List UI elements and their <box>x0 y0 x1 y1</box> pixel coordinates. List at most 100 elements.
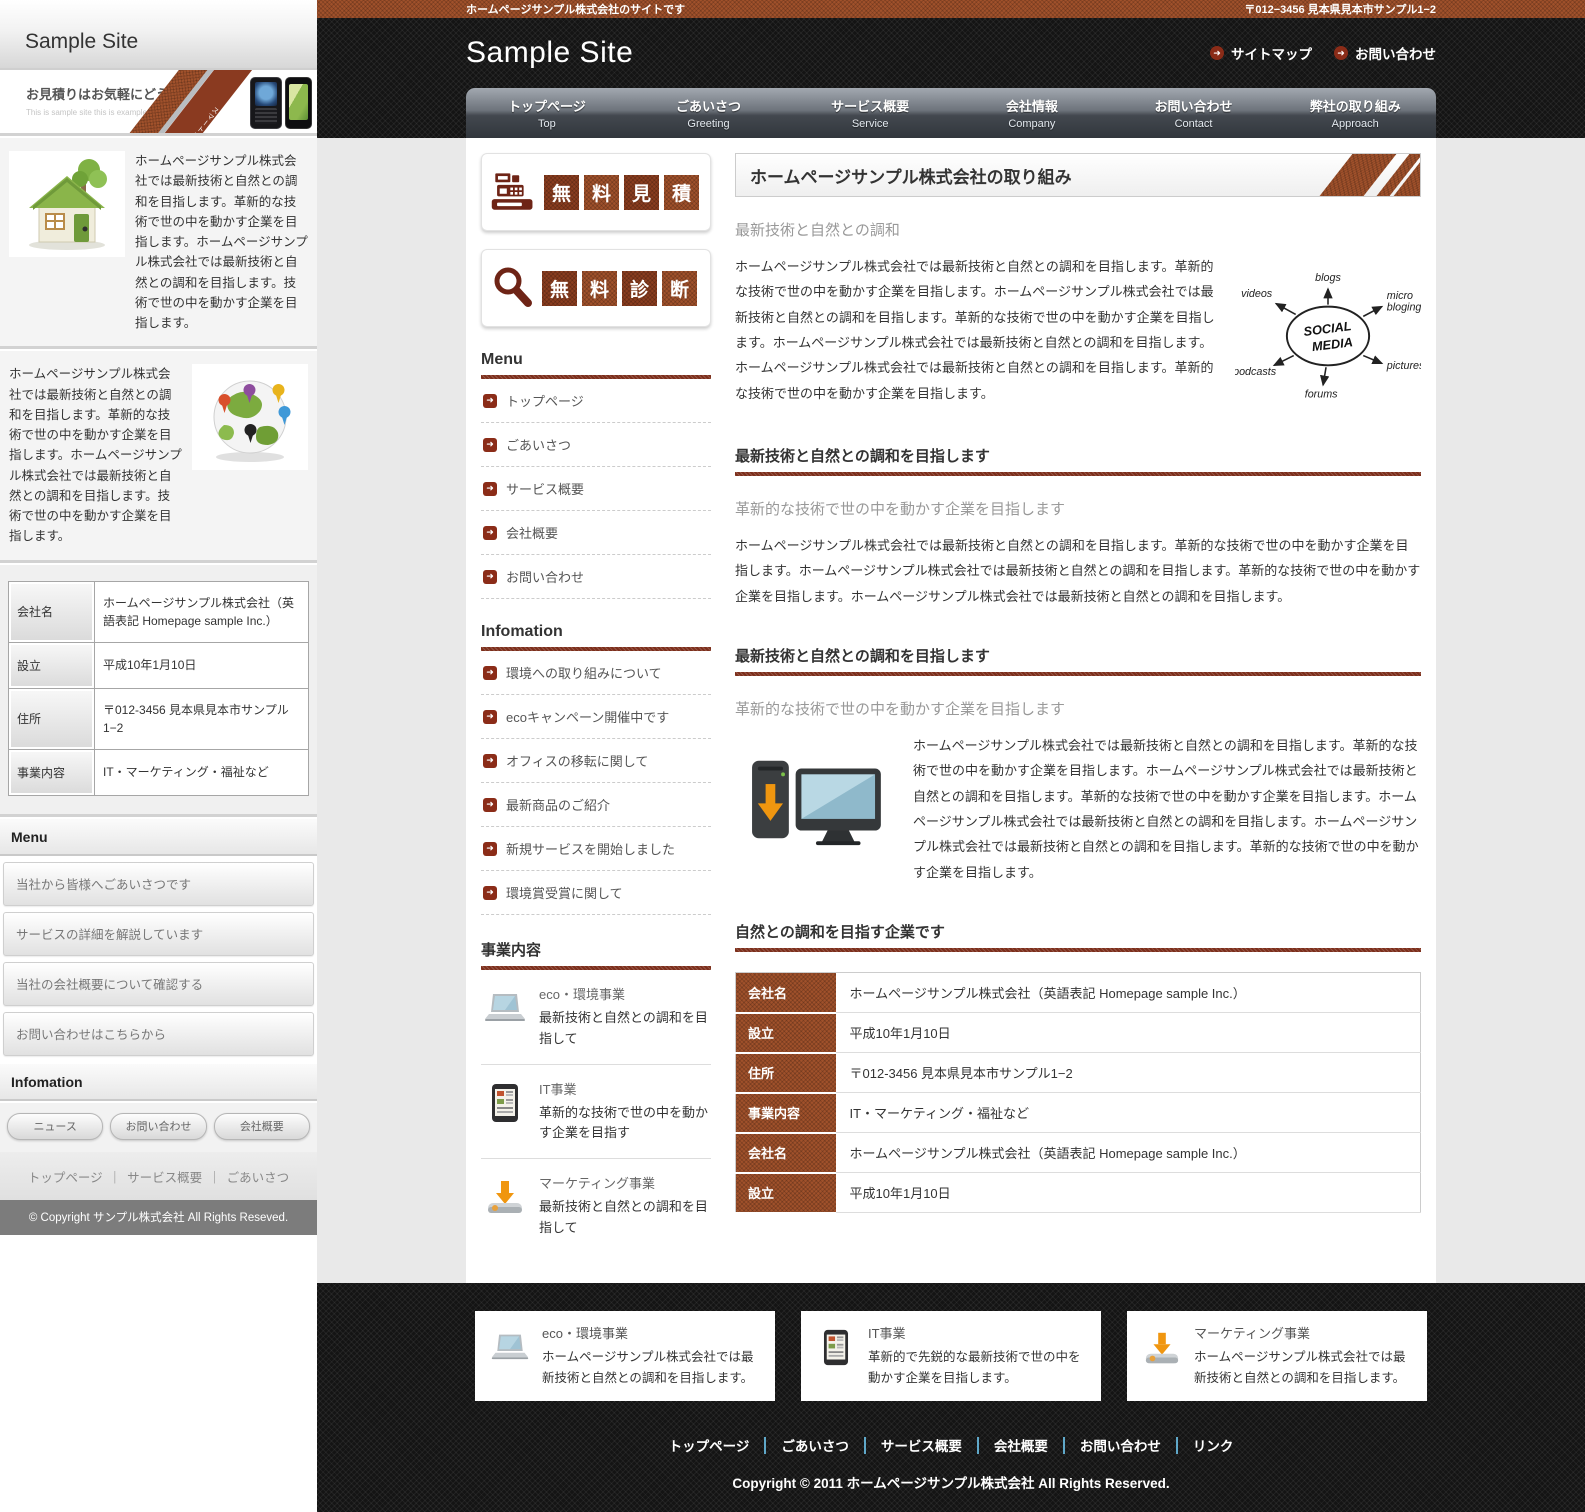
footer-card-text: 革新的で先鋭的な最新技術で世の中を動かす企業を目指します。 <box>868 1347 1087 1390</box>
left-menu-item-service[interactable]: サービスの詳細を解説しています <box>3 912 314 956</box>
left-menu-item-company[interactable]: 当社の会社概要について確認する <box>3 962 314 1006</box>
table-row: 会社名 ホームページサンプル株式会社（英語表記 Homepage sample … <box>9 581 309 642</box>
separator: ｜ <box>109 1171 122 1185</box>
left-intro-text-1: ホームページサンプル株式会社では最新技術と自然との調和を目指します。革新的な技術… <box>135 151 308 333</box>
content-box: 無 料 見 積 無 料 <box>466 138 1436 1283</box>
nav-service[interactable]: サービス概要 Service <box>789 88 951 138</box>
free-estimate-banner[interactable]: 無 料 見 積 <box>481 153 711 231</box>
row-label: 住所 <box>9 688 95 749</box>
section1-paragraph: ホームページサンプル株式会社では最新技術と自然との調和を目指します。革新的な技術… <box>735 533 1421 609</box>
company-button[interactable]: 会社概要 <box>214 1113 310 1140</box>
sidebar-menu-heading: Menu <box>481 351 711 375</box>
business-item-it[interactable]: IT事業 革新的な技術で世の中を動かす企業を目指す <box>481 1064 711 1159</box>
row-label: 設立 <box>736 1173 836 1213</box>
free-diagnosis-banner[interactable]: 無 料 診 断 <box>481 249 711 327</box>
nav-label-jp: トップページ <box>466 96 628 115</box>
phone-icon <box>285 77 312 129</box>
footer-card-marketing[interactable]: マーケティング事業 ホームページサンプル株式会社では最新技術と自然との調和を目指… <box>1127 1311 1427 1402</box>
sidebar-item-label: ごあいさつ <box>506 435 571 454</box>
sidebar-item-top[interactable]: ➜ トップページ <box>481 379 711 423</box>
site-header: Sample Site ➜ サイトマップ ➜ お問い合わせ トップページ Top <box>317 18 1585 138</box>
info-item-new-service[interactable]: ➜ 新規サービスを開始しました <box>481 827 711 871</box>
left-site-title: Sample Site <box>25 30 138 54</box>
nav-approach[interactable]: 弊社の取り組み Approach <box>1274 88 1436 138</box>
footer-link-contact[interactable]: お問い合わせ <box>1080 1435 1161 1455</box>
info-item-eco-campaign[interactable]: ➜ ecoキャンペーン開催中です <box>481 695 711 739</box>
business-item-eco[interactable]: eco・環境事業 最新技術と自然との調和を目指して <box>481 970 711 1064</box>
footer-link-top[interactable]: トップページ <box>669 1435 750 1455</box>
info-item-environment[interactable]: ➜ 環境への取り組みについて <box>481 651 711 695</box>
news-button[interactable]: ニュース <box>7 1113 103 1140</box>
sidebar-item-service[interactable]: ➜ サービス概要 <box>481 467 711 511</box>
heading-underline <box>735 472 1421 476</box>
doodle-label-micro: micro <box>1387 290 1413 302</box>
footer-link-service[interactable]: サービス概要 <box>881 1435 962 1455</box>
arrow-bullet-icon: ➜ <box>483 710 497 724</box>
row-label: 会社名 <box>9 581 95 642</box>
eco-house-image <box>9 151 125 257</box>
contact-link[interactable]: ➜ お問い合わせ <box>1334 43 1436 63</box>
business-title: eco・環境事業 <box>539 984 711 1003</box>
section2-subtitle: 革新的な技術で世の中を動かす企業を目指します <box>735 698 1421 719</box>
nav-greeting[interactable]: ごあいさつ Greeting <box>628 88 790 138</box>
arrow-bullet-icon: ➜ <box>483 394 497 408</box>
nav-contact[interactable]: お問い合わせ Contact <box>1113 88 1275 138</box>
tablet-icon <box>481 1079 529 1145</box>
left-menu-item-greeting[interactable]: 当社から皆様へごあいさつです <box>3 862 314 906</box>
info-item-office-move[interactable]: ➜ オフィスの移転に関して <box>481 739 711 783</box>
sitemap-link[interactable]: ➜ サイトマップ <box>1210 43 1312 63</box>
footer-link-greeting[interactable]: ごあいさつ <box>227 1171 290 1185</box>
contact-button[interactable]: お問い合わせ <box>110 1113 206 1140</box>
nav-label-jp: サービス概要 <box>789 96 951 115</box>
sidebar-item-label: 会社概要 <box>506 523 558 542</box>
info-item-award[interactable]: ➜ 環境賞受賞に関して <box>481 871 711 915</box>
footer-card-eco[interactable]: eco・環境事業 ホームページサンプル株式会社では最新技術と自然との調和を目指し… <box>475 1311 775 1402</box>
main-navigation: トップページ Top ごあいさつ Greeting サービス概要 Service… <box>466 88 1436 138</box>
table-row: 事業内容 IT・マーケティング・福祉など <box>736 1093 1421 1133</box>
footer-card-it[interactable]: IT事業 革新的で先鋭的な最新技術で世の中を動かす企業を目指します。 <box>801 1311 1101 1402</box>
section2-paragraph: ホームページサンプル株式会社では最新技術と自然との調和を目指します。革新的な技術… <box>913 733 1421 885</box>
separator-bar <box>764 1437 766 1454</box>
table-row: 会社名 ホームページサンプル株式会社（英語表記 Homepage sample … <box>736 1133 1421 1173</box>
footer-link-company[interactable]: 会社概要 <box>994 1435 1048 1455</box>
left-panel-header: Sample Site <box>0 0 317 70</box>
section2-heading: 最新技術と自然との調和を目指します <box>735 645 1421 672</box>
site-title[interactable]: Sample Site <box>466 36 633 70</box>
header-links: ➜ サイトマップ ➜ お問い合わせ <box>1210 43 1436 63</box>
sidebar-item-contact[interactable]: ➜ お問い合わせ <box>481 555 711 599</box>
table-row: 設立 平成10年1月10日 <box>9 642 309 688</box>
footer-links: トップページ ごあいさつ サービス概要 会社概要 お問い合わせ リンク <box>317 1435 1585 1455</box>
left-menu-item-contact[interactable]: お問い合わせはこちらから <box>3 1012 314 1056</box>
main-body: 無 料 見 積 無 料 <box>317 138 1585 1283</box>
arrow-bullet-icon: ➜ <box>483 570 497 584</box>
separator-bar <box>864 1437 866 1454</box>
globe-icon <box>200 369 300 465</box>
left-intro-section-2: ホームページサンプル株式会社では最新技術と自然との調和を目指します。革新的な技術… <box>0 349 317 562</box>
doodle-label-pictures: pictures <box>1386 360 1421 372</box>
info-item-new-product[interactable]: ➜ 最新商品のご紹介 <box>481 783 711 827</box>
business-item-marketing[interactable]: マーケティング事業 最新技術と自然との調和を目指して <box>481 1158 711 1253</box>
promo-char: 料 <box>584 175 619 210</box>
row-value: ホームページサンプル株式会社（英語表記 Homepage sample Inc.… <box>836 973 1421 1013</box>
site-footer: eco・環境事業 ホームページサンプル株式会社では最新技術と自然との調和を目指し… <box>317 1283 1585 1512</box>
sidebar-item-label: サービス概要 <box>506 479 584 498</box>
sidebar-item-greeting[interactable]: ➜ ごあいさつ <box>481 423 711 467</box>
phone-icon <box>250 77 282 129</box>
sidebar-item-company[interactable]: ➜ 会社概要 <box>481 511 711 555</box>
nav-label-jp: 会社情報 <box>951 96 1113 115</box>
left-banner[interactable]: スマートフォン対応 お見積りはお気軽にどうぞ This is sample si… <box>0 70 317 136</box>
footer-link-top[interactable]: トップページ <box>28 1171 103 1185</box>
info-item-label: 環境賞受賞に関して <box>506 883 623 902</box>
nav-company[interactable]: 会社情報 Company <box>951 88 1113 138</box>
arrow-bullet-icon: ➜ <box>483 798 497 812</box>
nav-top[interactable]: トップページ Top <box>466 88 628 138</box>
info-item-label: ecoキャンペーン開催中です <box>506 707 669 726</box>
footer-card-title: マーケティング事業 <box>1194 1323 1413 1342</box>
footer-link-service[interactable]: サービス概要 <box>127 1171 202 1185</box>
page-title: ホームページサンプル株式会社の取り組み <box>735 153 1421 197</box>
promo2-tiles: 無 料 診 断 <box>542 271 697 306</box>
doodle-label-blogs: blogs <box>1315 272 1341 284</box>
footer-link-links[interactable]: リンク <box>1193 1435 1234 1455</box>
business-desc: 革新的な技術で世の中を動かす企業を目指す <box>539 1103 711 1145</box>
footer-link-greeting[interactable]: ごあいさつ <box>781 1435 849 1455</box>
